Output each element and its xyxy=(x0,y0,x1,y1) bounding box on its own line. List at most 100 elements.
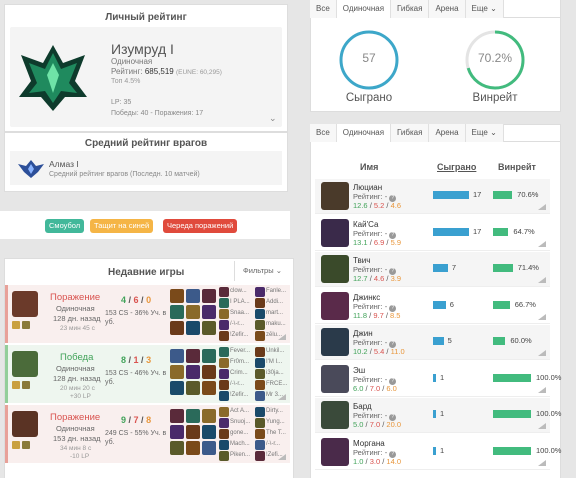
tag-carry-blue[interactable]: Тащит на синей xyxy=(90,219,154,233)
player-name[interactable]: Act A... xyxy=(230,408,249,414)
player-name[interactable]: I PLA... xyxy=(230,299,250,305)
played-bar xyxy=(433,373,436,382)
player-name[interactable]: Piken... xyxy=(230,452,250,458)
spell-icon xyxy=(12,321,20,329)
champion-avatar xyxy=(12,291,38,317)
tab-flex[interactable]: Гибкая xyxy=(391,0,430,18)
spell-icon xyxy=(12,441,20,449)
signal-icon xyxy=(538,240,546,247)
player-icon xyxy=(255,380,265,390)
champion-kda: 12.6 / 5.2 / 4.6 xyxy=(353,201,402,210)
table-tab-arena[interactable]: Арена xyxy=(429,124,466,142)
signal-icon xyxy=(538,277,546,283)
played-label: Сыграно xyxy=(345,92,393,104)
tab-more[interactable]: Еще ⌄ xyxy=(465,0,504,18)
champion-row[interactable]: Кай'Са Рейтинг: - ? 13.1 / 6.9 / 5.9 17 64.7… xyxy=(315,215,550,251)
rank-queue: Одиночная xyxy=(111,57,153,66)
rank-tier: Изумруд I xyxy=(111,41,174,57)
player-name[interactable]: Snaa... xyxy=(230,310,249,316)
player-name[interactable]: !Zefir... xyxy=(230,392,248,398)
enemy-rating-panel: Средний рейтинг врагов Алмаз I Средний р… xyxy=(4,132,288,192)
champion-row[interactable]: Моргана Рейтинг: - ? 1.0 / 3.0 / 14.0 1 100.… xyxy=(315,434,561,470)
player-name[interactable]: Crim... xyxy=(230,370,248,376)
champion-name: Кай'Са xyxy=(353,219,379,229)
champion-row[interactable]: Джин Рейтинг: - ? 10.2 / 5.4 / 11.0 5 60.0% xyxy=(315,325,550,360)
recent-game[interactable]: Победа Одиночная 128 дн. назад 20 мин 20 с +… xyxy=(5,345,290,403)
table-tab-all[interactable]: Все xyxy=(310,124,337,142)
deaths: 6 xyxy=(133,295,139,305)
recent-game[interactable]: Поражение Одиночная 153 дн. назад 34 мин 8 … xyxy=(5,405,290,463)
tab-arena[interactable]: Арена xyxy=(429,0,466,18)
player-name[interactable]: gone... xyxy=(230,430,248,436)
signal-icon xyxy=(538,386,546,393)
player-icon xyxy=(255,369,265,379)
table-tabs: Все Одиночная Гибкая Арена Еще ⌄ xyxy=(310,124,561,142)
table-tab-more[interactable]: Еще ⌄ xyxy=(465,124,504,142)
champion-row[interactable]: Твич Рейтинг: - ? 12.7 / 4.6 / 3.9 7 71.4% xyxy=(315,252,550,287)
player-icon xyxy=(219,369,229,379)
player-name[interactable]: Yung... xyxy=(266,419,285,425)
player-name[interactable]: Mach... xyxy=(230,441,250,447)
player-name[interactable]: Unkil... xyxy=(266,348,284,354)
champion-row[interactable]: Люциан Рейтинг: - ? 12.6 / 5.2 / 4.6 17 70.6… xyxy=(315,179,550,214)
player-icon xyxy=(255,440,265,450)
player-name[interactable]: /-\-r... xyxy=(230,321,244,327)
player-name[interactable]: maku... xyxy=(266,321,286,327)
kills: 10.2 xyxy=(353,347,368,356)
player-icon xyxy=(219,331,229,341)
player-name[interactable]: i30ja... xyxy=(266,370,284,376)
header-played[interactable]: Сыграно xyxy=(437,162,476,172)
tag-snowball[interactable]: Смоубол xyxy=(45,219,85,233)
champion-kda: 11.8 / 9.7 / 8.5 xyxy=(353,310,401,320)
player-name[interactable]: clow... xyxy=(230,288,247,294)
enemy-rating-title: Средний рейтинг врагов xyxy=(84,138,208,149)
item-icon xyxy=(202,305,216,319)
chevron-down-icon[interactable]: ⌄ xyxy=(269,113,277,124)
player-name[interactable]: Dirty... xyxy=(266,408,283,414)
player-name[interactable]: !Zefir... xyxy=(230,332,248,338)
tab-all[interactable]: Все xyxy=(310,0,337,18)
game-result: Победа xyxy=(60,352,94,363)
player-name[interactable]: The T... xyxy=(266,430,286,436)
filter-button[interactable]: Фильтры ⌄ xyxy=(234,261,289,281)
player-icon xyxy=(219,418,229,428)
champion-row[interactable]: Джинкс Рейтинг: - ? 11.8 / 9.7 / 8.5 6 66.7% xyxy=(315,288,550,324)
assists: 11.0 xyxy=(390,347,405,356)
recent-game[interactable]: Поражение Одиночная 128 дн. назад 23 мин 45… xyxy=(5,285,290,343)
champion-avatar xyxy=(321,364,349,393)
item-icon xyxy=(202,321,216,335)
item-icon xyxy=(186,441,200,455)
spell-icon xyxy=(12,381,20,389)
player-name[interactable]: Addi... xyxy=(266,299,283,305)
enemy-tier: Алмаз I xyxy=(49,159,79,169)
rating-text: Рейтинг: - xyxy=(353,374,388,384)
table-tab-flex[interactable]: Гибкая xyxy=(391,124,430,142)
player-name[interactable]: /-\-r... xyxy=(230,381,244,387)
header-name[interactable]: Имя xyxy=(360,162,378,172)
winrate-bar xyxy=(493,337,506,345)
champion-row[interactable]: Эш Рейтинг: - ? 6.0 / 7.0 / 6.0 1 100.0% xyxy=(315,361,561,397)
player-name[interactable]: Fr0m... xyxy=(230,359,249,365)
signal-icon xyxy=(278,334,286,340)
item-icon xyxy=(202,425,216,439)
deaths: 7 xyxy=(133,415,139,425)
champion-avatar xyxy=(12,411,38,437)
player-name[interactable]: I'M I... xyxy=(266,359,282,365)
champion-row[interactable]: Бард Рейтинг: - ? 5.0 / 7.0 / 20.0 1 100.0% xyxy=(315,398,561,433)
champion-name: Люциан xyxy=(353,183,383,192)
tag-loss-streak[interactable]: Череда поражений xyxy=(163,219,238,233)
player-name[interactable]: /-\-r... xyxy=(266,441,280,447)
table-tab-solo[interactable]: Одиночная xyxy=(336,124,392,142)
chevron-down-icon: ⌄ xyxy=(275,266,282,275)
deaths: 7.0 xyxy=(369,420,381,429)
player-name[interactable]: mart... xyxy=(266,310,283,316)
player-name[interactable]: FRCE... xyxy=(266,381,287,387)
tab-solo[interactable]: Одиночная xyxy=(336,0,392,18)
header-winrate[interactable]: Винрейт xyxy=(498,162,536,172)
winrate-bar xyxy=(493,373,531,382)
player-name[interactable]: Snuoj... xyxy=(230,419,250,425)
player-name[interactable]: Fever... xyxy=(230,348,250,354)
player-name[interactable]: Fanle... xyxy=(266,288,286,294)
rating-text: Рейтинг: - xyxy=(353,228,388,238)
champion-avatar xyxy=(321,401,349,429)
